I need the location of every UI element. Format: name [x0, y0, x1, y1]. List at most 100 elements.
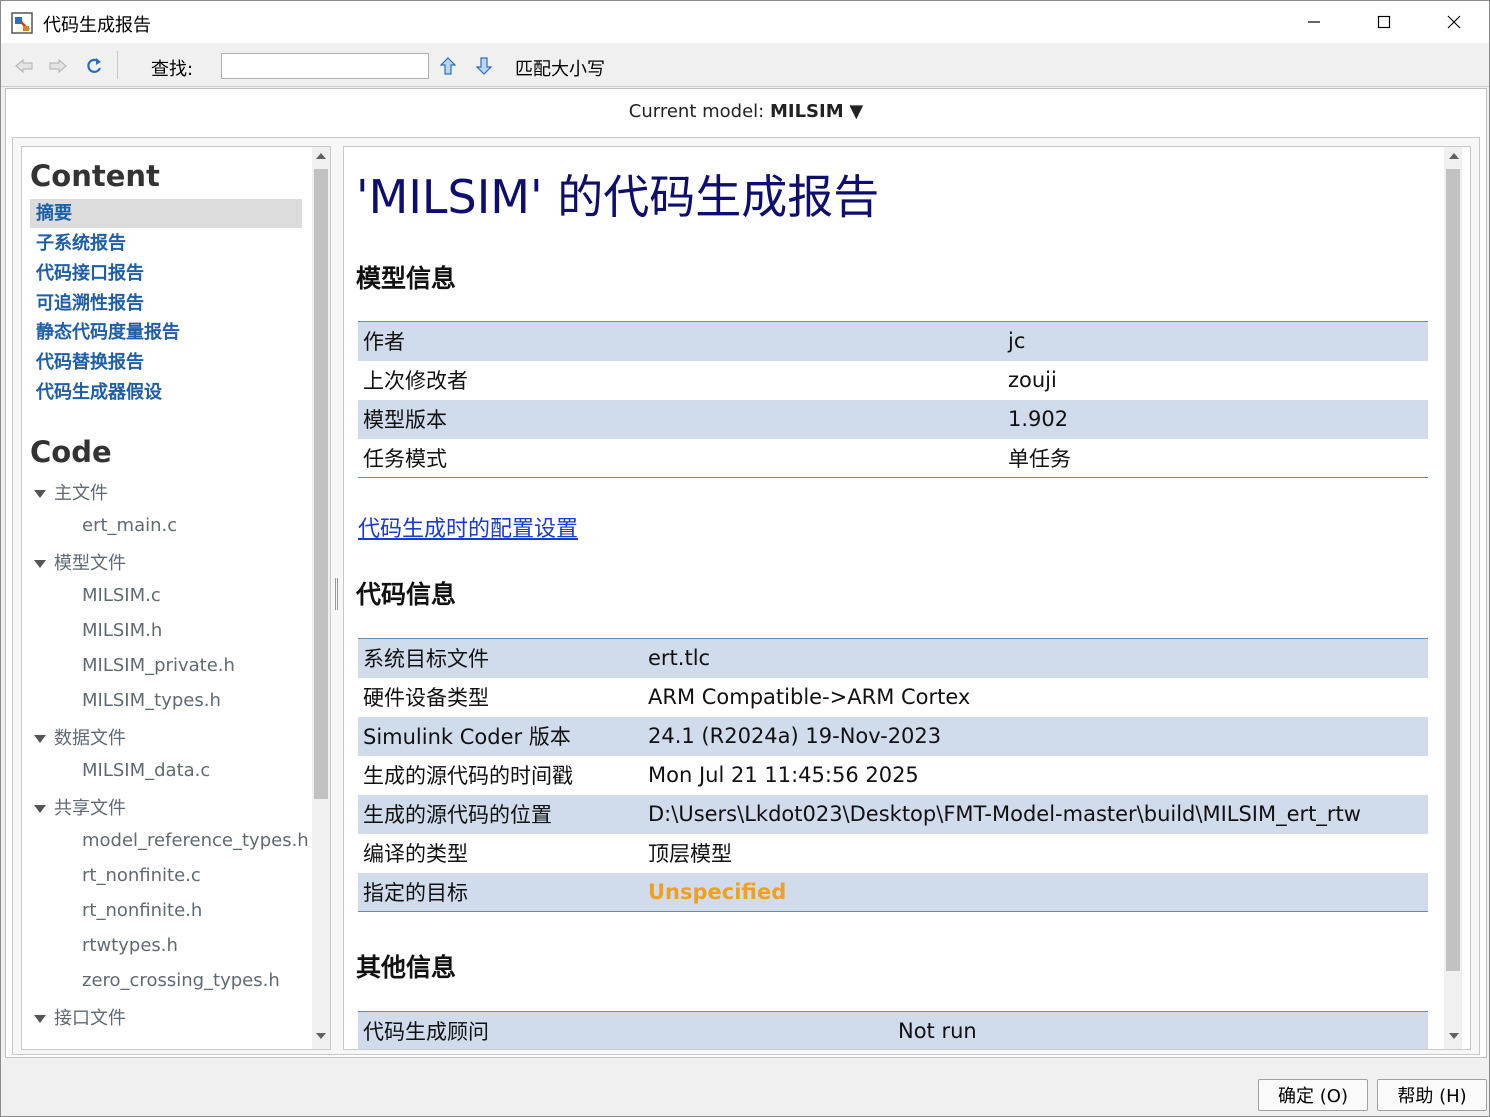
back-arrow-icon: [15, 58, 33, 74]
nav-item-subsystem-report[interactable]: 子系统报告: [30, 229, 302, 258]
row-value: 顶层模型: [648, 842, 732, 866]
expand-triangle-icon: [34, 805, 46, 813]
config-settings-link[interactable]: 代码生成时的配置设置: [358, 511, 578, 543]
scroll-down-icon[interactable]: [1449, 1033, 1459, 1039]
report-app-icon: [11, 12, 33, 34]
table-row: 任务模式 单任务: [358, 439, 1428, 478]
other-info-table: 代码生成顾问 Not run: [358, 1011, 1428, 1049]
back-button[interactable]: [13, 55, 35, 77]
find-label: 查找:: [151, 59, 194, 80]
row-label: 生成的源代码的位置: [363, 803, 552, 827]
row-label: 代码生成顾问: [363, 1020, 489, 1044]
row-label: 编译的类型: [363, 842, 468, 866]
tree-group-label: 数据文件: [54, 728, 126, 749]
model-info-table: 作者 jc 上次修改者 zouji 模型版本 1.902 任务模式 单任务: [358, 321, 1428, 478]
expand-triangle-icon: [34, 735, 46, 743]
find-next-button[interactable]: [473, 55, 495, 77]
nav-item-code-generator-assumptions[interactable]: 代码生成器假设: [30, 378, 302, 407]
find-previous-button[interactable]: [437, 55, 459, 77]
scroll-down-icon[interactable]: [316, 1033, 326, 1039]
table-row: 作者 jc: [358, 321, 1428, 361]
current-model-selector[interactable]: Current model: MILSIM ▼: [6, 101, 1486, 122]
table-row: Simulink Coder 版本 24.1 (R2024a) 19-Nov-20…: [358, 716, 1428, 756]
tree-group-shared-files[interactable]: 共享文件: [34, 794, 126, 820]
row-label: 生成的源代码的时间戳: [363, 764, 573, 788]
table-row: 硬件设备类型 ARM Compatible->ARM Cortex: [358, 678, 1428, 717]
tree-group-model-files[interactable]: 模型文件: [34, 549, 126, 575]
row-value: zouji: [1008, 368, 1057, 392]
tree-file-rt-nonfinite-c[interactable]: rt_nonfinite.c: [82, 865, 201, 886]
row-label: 作者: [363, 330, 405, 355]
table-row: 编译的类型 顶层模型: [358, 834, 1428, 873]
tree-file-milsim-private-h[interactable]: MILSIM_private.h: [82, 655, 235, 676]
tree-file-milsim-h[interactable]: MILSIM.h: [82, 620, 162, 641]
tree-group-data-files[interactable]: 数据文件: [34, 724, 126, 750]
row-value: Mon Jul 21 11:45:56 2025: [648, 763, 919, 787]
table-row: 系统目标文件 ert.tlc: [358, 638, 1428, 678]
scroll-up-icon[interactable]: [316, 153, 326, 159]
tree-file-milsim-data-c[interactable]: MILSIM_data.c: [82, 760, 210, 781]
nav-item-code-replacement-report[interactable]: 代码替换报告: [30, 348, 302, 377]
current-model-name: MILSIM: [769, 101, 844, 122]
row-value: D:\Users\Lkdot023\Desktop\FMT-Model-mast…: [648, 802, 1361, 826]
ok-button[interactable]: 确定 (O): [1258, 1079, 1368, 1111]
row-label: 系统目标文件: [363, 647, 489, 672]
row-value: jc: [1008, 329, 1026, 354]
dropdown-arrow-icon[interactable]: ▼: [849, 101, 863, 122]
maximize-button[interactable]: [1349, 1, 1419, 43]
tree-file-milsim-c[interactable]: MILSIM.c: [82, 585, 161, 606]
close-button[interactable]: [1419, 1, 1489, 43]
nav-item-traceability-report[interactable]: 可追溯性报告: [30, 289, 302, 318]
tree-group-label: 主文件: [54, 483, 108, 504]
tree-file-rtwtypes-h[interactable]: rtwtypes.h: [82, 935, 178, 956]
toolbar-separator: [117, 51, 118, 79]
arrow-down-icon: [476, 57, 492, 75]
table-row: 指定的目标 Unspecified: [358, 872, 1428, 912]
nav-item-code-interface-report[interactable]: 代码接口报告: [30, 259, 302, 288]
report-container: Current model: MILSIM ▼ Content 摘要 子系统报告…: [5, 88, 1487, 1058]
row-value: ert.tlc: [648, 646, 711, 671]
code-heading: Code: [30, 435, 112, 469]
tree-group-interface-files[interactable]: 接口文件: [34, 1004, 126, 1030]
table-row: 生成的源代码的时间戳 Mon Jul 21 11:45:56 2025: [358, 756, 1428, 795]
report-panels: Content 摘要 子系统报告 代码接口报告 可追溯性报告 静态代码度量报告 …: [12, 137, 1480, 1055]
dialog-button-bar: 确定 (O) 帮助 (H): [1, 1061, 1489, 1117]
close-icon: [1447, 15, 1461, 29]
expand-triangle-icon: [34, 490, 46, 498]
refresh-button[interactable]: [83, 55, 105, 77]
title-bar: 代码生成报告: [1, 1, 1489, 43]
navigation-scrollbar[interactable]: [312, 147, 330, 1049]
code-info-table: 系统目标文件 ert.tlc 硬件设备类型 ARM Compatible->ARM …: [358, 638, 1428, 912]
tree-file-zero-crossing-types-h[interactable]: zero_crossing_types.h: [82, 970, 280, 991]
model-info-heading: 模型信息: [356, 264, 457, 293]
tree-file-ert-main-c[interactable]: ert_main.c: [82, 515, 177, 536]
tree-file-rt-nonfinite-h[interactable]: rt_nonfinite.h: [82, 900, 202, 921]
current-model-prefix: Current model:: [628, 101, 765, 122]
scrollbar-thumb[interactable]: [314, 169, 328, 799]
content-scrollbar[interactable]: [1444, 147, 1462, 1049]
row-value: 单任务: [1008, 446, 1071, 471]
code-info-heading: 代码信息: [356, 580, 457, 609]
find-input[interactable]: [221, 53, 429, 79]
navigation-panel: Content 摘要 子系统报告 代码接口报告 可追溯性报告 静态代码度量报告 …: [21, 146, 331, 1050]
row-label: 任务模式: [363, 446, 447, 471]
nav-item-static-code-metrics-report[interactable]: 静态代码度量报告: [30, 318, 302, 347]
minimize-button[interactable]: [1279, 1, 1349, 43]
scroll-up-icon[interactable]: [1449, 153, 1459, 159]
tree-group-main-files[interactable]: 主文件: [34, 479, 108, 505]
row-value: 24.1 (R2024a) 19-Nov-2023: [648, 724, 942, 748]
expand-triangle-icon: [34, 1015, 46, 1023]
match-case-toggle[interactable]: 匹配大小写: [515, 55, 605, 81]
row-value: Not run: [898, 1019, 977, 1043]
panel-splitter-handle[interactable]: [335, 578, 338, 610]
row-label: 模型版本: [363, 408, 447, 432]
tree-file-milsim-types-h[interactable]: MILSIM_types.h: [82, 690, 221, 711]
help-button[interactable]: 帮助 (H): [1377, 1079, 1487, 1111]
tree-file-model-reference-types-h[interactable]: model_reference_types.h: [82, 830, 309, 851]
table-row: 代码生成顾问 Not run: [358, 1011, 1428, 1049]
nav-item-summary[interactable]: 摘要: [30, 199, 302, 228]
unspecified-target-value: Unspecified: [648, 879, 787, 904]
forward-button[interactable]: [47, 55, 69, 77]
table-row: 模型版本 1.902: [358, 399, 1428, 439]
scrollbar-thumb[interactable]: [1446, 169, 1460, 971]
